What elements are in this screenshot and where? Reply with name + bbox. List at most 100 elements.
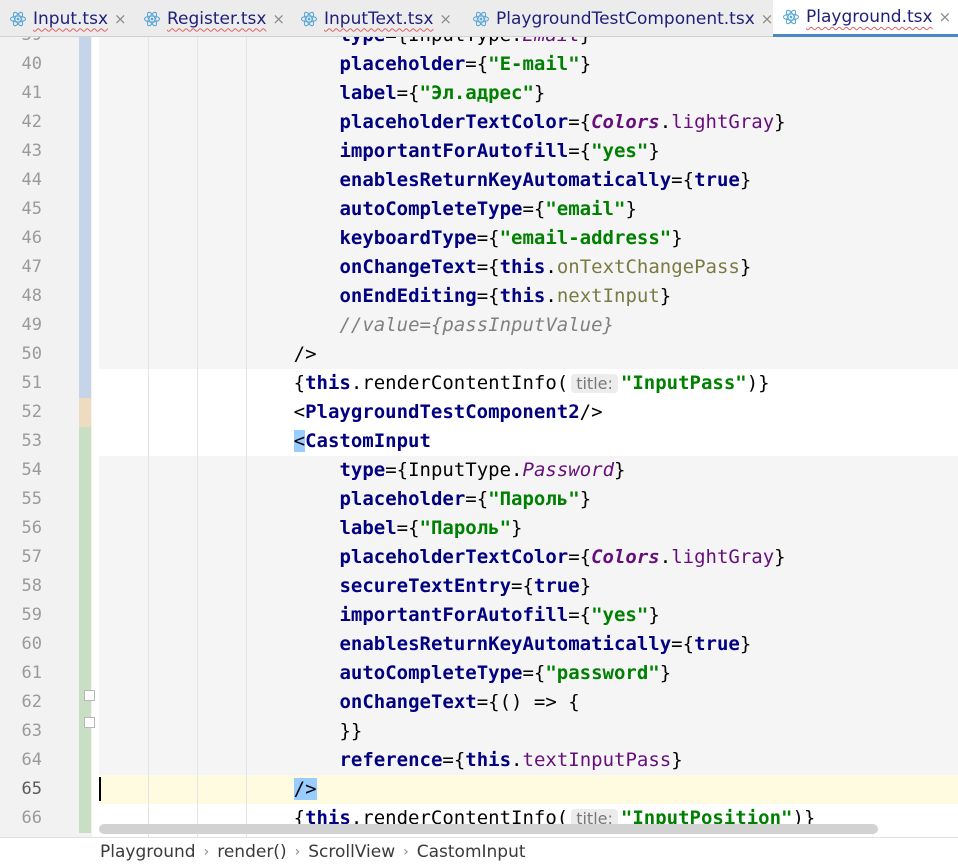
vcs-change-marker[interactable] <box>79 195 91 224</box>
breadcrumb-item-scrollview[interactable]: ScrollView <box>308 842 395 862</box>
close-icon[interactable]: × <box>939 8 952 26</box>
vcs-change-marker[interactable] <box>79 166 91 195</box>
code-line[interactable]: 49 //value={passInputValue} <box>0 311 958 340</box>
code-text: reference={this.textInputPass} <box>339 746 682 775</box>
code-token: true <box>533 575 580 597</box>
tab-inputtext-tsx[interactable]: InputText.tsx × <box>291 0 463 37</box>
vcs-change-marker[interactable] <box>79 282 91 311</box>
vcs-change-marker[interactable] <box>79 427 91 456</box>
code-line[interactable]: 55 placeholder={"Пароль"} <box>0 485 958 514</box>
vcs-change-marker[interactable] <box>79 485 91 514</box>
code-token: ={ <box>465 53 489 75</box>
code-line[interactable]: 48 onEndEditing={this.nextInput} <box>0 282 958 311</box>
code-line[interactable]: 39 type={InputType.Email} <box>0 37 958 50</box>
vcs-change-marker[interactable] <box>79 37 91 50</box>
code-line[interactable]: 44 enablesReturnKeyAutomatically={true} <box>0 166 958 195</box>
code-token: ={ <box>568 111 592 133</box>
vcs-change-marker[interactable] <box>79 746 91 775</box>
code-token: Password <box>522 459 615 481</box>
vcs-change-marker[interactable] <box>79 514 91 543</box>
vcs-change-marker[interactable] <box>79 137 91 166</box>
code-line[interactable]: 40 placeholder={"E-mail"} <box>0 50 958 79</box>
close-icon[interactable]: × <box>439 10 452 28</box>
code-token: } <box>671 749 683 771</box>
code-token: placeholderTextColor <box>339 546 569 568</box>
breadcrumb-item-castominput[interactable]: CastomInput <box>417 842 526 862</box>
vcs-change-marker[interactable] <box>79 224 91 253</box>
code-line[interactable]: 59 importantForAutofill={"yes"} <box>0 601 958 630</box>
code-line[interactable]: 61 autoCompleteType={"password"} <box>0 659 958 688</box>
code-line[interactable]: 43 importantForAutofill={"yes"} <box>0 137 958 166</box>
code-token: } <box>579 488 592 510</box>
horizontal-scrollbar[interactable] <box>99 824 878 834</box>
vcs-change-marker[interactable] <box>79 398 91 427</box>
code-token: < <box>293 401 306 423</box>
tab-playgroundtestcomponent-tsx[interactable]: PlaygroundTestComponent.tsx × <box>463 0 773 37</box>
code-token: ={() => { <box>476 691 580 713</box>
close-icon[interactable]: × <box>114 10 127 28</box>
code-token: "yes" <box>591 604 649 626</box>
line-number: 48 <box>21 286 42 306</box>
code-line[interactable]: 54 type={InputType.Password} <box>0 456 958 485</box>
vcs-change-marker[interactable] <box>79 659 91 688</box>
code-token: autoCompleteType <box>339 662 523 684</box>
code-token: onChangeText <box>339 256 477 278</box>
vcs-change-marker[interactable] <box>79 775 91 804</box>
vcs-change-marker[interactable] <box>79 253 91 282</box>
code-token: this <box>305 372 351 394</box>
indent-guide <box>246 37 247 837</box>
code-editor[interactable]: 39type={InputType.Email}40placeholder={"… <box>0 37 958 837</box>
vcs-change-marker[interactable] <box>79 369 91 398</box>
code-line[interactable]: 56 label={"Пароль"} <box>0 514 958 543</box>
breadcrumb-item-render[interactable]: render() <box>217 842 286 862</box>
code-line[interactable]: 51 {this.renderContentInfo(title: "InputPa… <box>0 369 958 398</box>
code-line[interactable]: 65 /> <box>0 775 958 804</box>
code-line[interactable]: 60 enablesReturnKeyAutomatically={true} <box>0 630 958 659</box>
close-icon[interactable]: × <box>761 10 774 28</box>
code-text: placeholderTextColor={Colors.lightGray} <box>339 543 785 572</box>
tab-label: Register.tsx <box>167 8 267 29</box>
line-number: 39 <box>0 37 42 50</box>
vcs-change-marker[interactable] <box>79 456 91 485</box>
code-line[interactable]: 64 reference={this.textInputPass} <box>0 746 958 775</box>
code-token: . <box>511 749 523 771</box>
vcs-change-marker[interactable] <box>79 311 91 340</box>
line-background <box>99 717 958 746</box>
tab-register-tsx[interactable]: Register.tsx × <box>134 0 291 37</box>
code-token: Colors <box>591 111 660 133</box>
code-token: InputType <box>408 459 512 481</box>
code-line[interactable]: 47 onChangeText={this.onTextChangePass} <box>0 253 958 282</box>
vcs-change-marker[interactable] <box>79 79 91 108</box>
vcs-change-marker[interactable] <box>79 543 91 572</box>
code-token: PlaygroundTestComponent2 <box>305 401 580 423</box>
code-line[interactable]: 46 keyboardType={"email-address"} <box>0 224 958 253</box>
code-line[interactable]: 58 secureTextEntry={true} <box>0 572 958 601</box>
code-line[interactable]: 45 autoCompleteType={"email"} <box>0 195 958 224</box>
vcs-change-marker[interactable] <box>79 108 91 137</box>
code-token: . <box>511 459 523 481</box>
code-line[interactable]: 52 <PlaygroundTestComponent2/> <box>0 398 958 427</box>
code-token: /> <box>293 778 317 800</box>
vcs-change-marker[interactable] <box>79 630 91 659</box>
tab-playground-tsx[interactable]: Playground.tsx × <box>773 0 958 37</box>
vcs-change-marker[interactable] <box>79 572 91 601</box>
indent-guide <box>197 37 198 837</box>
code-line[interactable]: 57 placeholderTextColor={Colors.lightGray… <box>0 543 958 572</box>
fold-marker-icon[interactable] <box>84 690 95 701</box>
code-line[interactable]: 62 onChangeText={() => { <box>0 688 958 717</box>
fold-marker-icon[interactable] <box>84 717 95 728</box>
code-line[interactable]: 42 placeholderTextColor={Colors.lightGray… <box>0 108 958 137</box>
code-token: onEndEditing <box>339 285 477 307</box>
vcs-change-marker[interactable] <box>79 804 91 833</box>
breadcrumb-separator: › <box>403 844 409 860</box>
vcs-change-marker[interactable] <box>79 340 91 369</box>
close-icon[interactable]: × <box>272 10 285 28</box>
code-line[interactable]: 53 <CastomInput <box>0 427 958 456</box>
code-line[interactable]: 50 /> <box>0 340 958 369</box>
breadcrumb-item-playground[interactable]: Playground <box>100 842 196 862</box>
code-line[interactable]: 41 label={"Эл.адрес"} <box>0 79 958 108</box>
vcs-change-marker[interactable] <box>79 50 91 79</box>
code-line[interactable]: 63}} <box>0 717 958 746</box>
vcs-change-marker[interactable] <box>79 601 91 630</box>
tab-input-tsx[interactable]: Input.tsx × <box>0 0 134 37</box>
